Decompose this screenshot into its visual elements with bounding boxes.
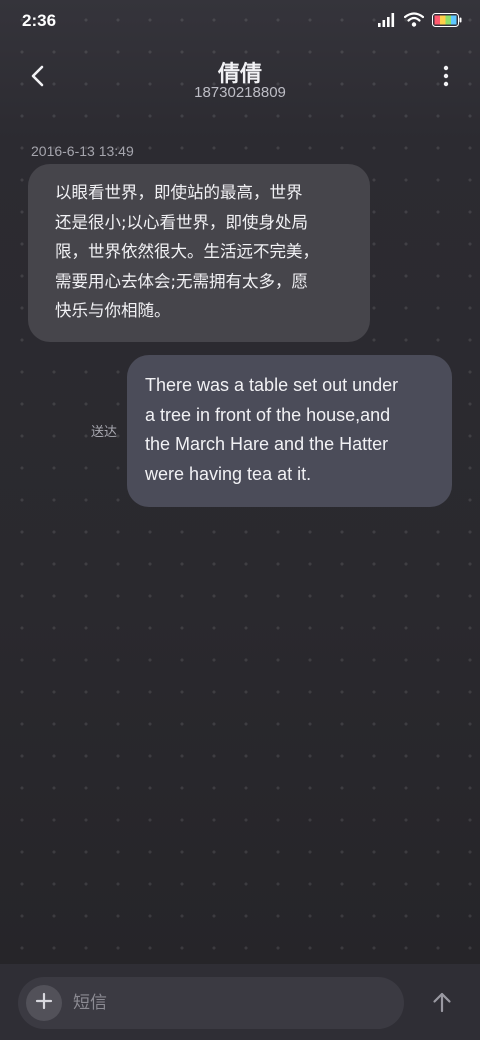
signal-icon	[378, 12, 396, 27]
wifi-icon	[404, 12, 424, 27]
message-input[interactable]	[73, 987, 383, 1019]
send-button[interactable]	[428, 990, 456, 1018]
incoming-message-bubble[interactable]: 以眼看世界，即使站的最高，世界 还是很小;以心看世界，即使身处局 限，世界依然很…	[28, 164, 370, 342]
conversation-header: 倩倩 18730218809	[0, 44, 480, 114]
input-pill	[18, 977, 404, 1029]
more-vertical-icon	[443, 65, 449, 91]
arrow-up-icon	[432, 991, 452, 1017]
battery-icon	[432, 12, 462, 27]
contact-number: 18730218809	[194, 84, 286, 101]
message-composer	[0, 964, 480, 1040]
status-icons	[378, 12, 462, 27]
message-list[interactable]: 2016-6-13 13:49 以眼看世界，即使站的最高，世界 还是很小;以心看…	[0, 114, 480, 964]
outgoing-message-bubble[interactable]: There was a table set out under a tree i…	[127, 355, 452, 507]
message-timestamp: 2016-6-13 13:49	[31, 143, 134, 159]
plus-icon	[35, 992, 53, 1014]
status-bar: 2:36	[0, 0, 480, 44]
more-options-button[interactable]	[434, 64, 458, 92]
status-time: 2:36	[22, 11, 57, 30]
add-attachment-button[interactable]	[26, 985, 62, 1021]
delivery-status: 送达	[91, 425, 118, 440]
